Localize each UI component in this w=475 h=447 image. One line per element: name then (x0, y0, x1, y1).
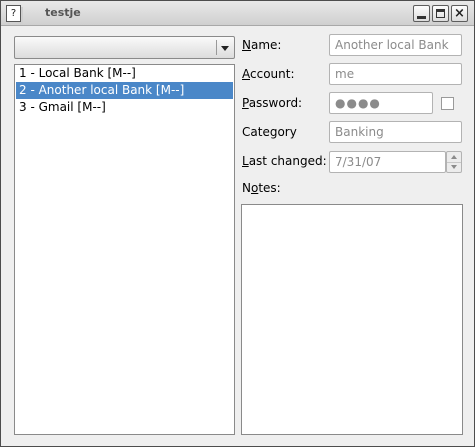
show-password-checkbox[interactable] (441, 97, 454, 110)
last-changed-label: Last changed: (242, 154, 327, 168)
title-bar[interactable]: ? testje × (1, 1, 474, 26)
password-label: Password: (242, 96, 303, 110)
spin-up-icon[interactable] (451, 155, 457, 159)
entry-list[interactable]: 1 - Local Bank [M--] 2 - Another local B… (14, 64, 235, 435)
account-field[interactable]: me (329, 63, 462, 85)
spin-down-icon[interactable] (451, 165, 457, 169)
close-button[interactable]: × (451, 5, 468, 22)
account-label: Account: (242, 67, 295, 81)
category-field[interactable]: Banking (329, 121, 462, 143)
window-title: testje (45, 6, 81, 19)
filter-combo[interactable] (14, 36, 235, 59)
name-field[interactable]: Another local Bank (329, 34, 462, 56)
list-item[interactable]: 3 - Gmail [M--] (16, 99, 233, 116)
list-item[interactable]: 1 - Local Bank [M--] (16, 65, 233, 82)
notes-label: Notes: (242, 181, 281, 195)
last-changed-field[interactable]: 7/31/07 (329, 151, 446, 173)
close-icon: × (454, 6, 465, 21)
maximize-icon (436, 9, 445, 18)
category-label: Category (242, 125, 297, 139)
name-label: Name: (242, 38, 282, 52)
spinner-divider (447, 162, 461, 163)
combo-separator (216, 40, 217, 55)
minimize-icon (417, 15, 426, 19)
password-field[interactable]: ●●●● (329, 92, 433, 114)
date-spinner[interactable] (446, 151, 462, 173)
minimize-button[interactable] (413, 5, 430, 22)
notes-textarea[interactable] (241, 204, 463, 435)
app-icon: ? (6, 5, 21, 22)
chevron-down-icon[interactable] (221, 46, 229, 51)
list-item-selected[interactable]: 2 - Another local Bank [M--] (16, 82, 233, 99)
app-window: ? testje × 1 - Local Bank [M--] 2 - Anot… (0, 0, 475, 447)
maximize-button[interactable] (432, 5, 449, 22)
